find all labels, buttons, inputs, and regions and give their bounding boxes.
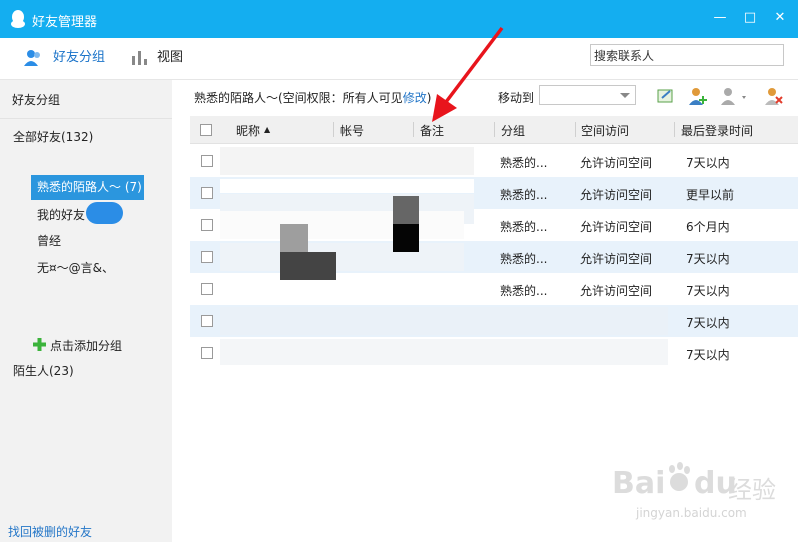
table-header: 昵称 ▲ 帐号 备注 分组 空间访问 最后登录时间 [190,116,798,144]
row-last-login: 7天以内 [686,316,730,330]
col-last-login[interactable]: 最后登录时间 [681,122,753,139]
row-checkbox[interactable] [201,315,213,327]
move-to-label: 移动到 [498,91,535,105]
redaction-blob [86,202,123,224]
search-input[interactable]: 搜索联系人 [590,44,784,66]
column-divider [674,122,675,137]
group-description: 熟悉的陌路人～(空间权限：所有人可见修改) [194,89,431,106]
recover-deleted-link[interactable]: 找回被删的好友 [8,523,92,540]
sidebar-header: 好友分组 [12,93,61,107]
friends-icon [24,50,40,66]
redacted-cell [220,339,668,365]
chevron-down-icon [620,93,630,98]
pixelated-block [280,252,336,280]
row-space: 允许访问空间 [580,188,653,202]
watermark-cn: 经验 [728,476,776,504]
sort-asc-icon: ▲ [264,125,271,134]
row-space: 允许访问空间 [580,156,653,170]
group-description-prefix: 熟悉的陌路人～(空间权限：所有人可见 [194,91,403,105]
maximize-button[interactable]: □ [742,10,758,26]
sidebar-group-other[interactable]: 无¤～@言&、 [37,259,114,276]
redacted-cell [220,307,668,335]
strangers-item[interactable]: 陌生人(23) [13,362,74,379]
move-to-select[interactable] [539,85,636,105]
delete-friend-icon[interactable] [764,86,784,106]
watermark-url: jingyan.baidu.com [636,506,747,520]
watermark-brand: Bai [612,466,666,501]
column-divider [575,122,576,137]
plus-icon [33,338,46,351]
sidebar-group-past[interactable]: 曾经 [37,232,61,249]
pixelated-block [393,224,419,252]
column-divider [333,122,334,137]
sidebar-group-my-friends[interactable]: 我的好友 [37,206,85,223]
row-space: 允许访问空间 [580,252,653,266]
row-checkbox[interactable] [201,187,213,199]
row-group: 熟悉的... [500,188,548,202]
redacted-cell [220,147,474,175]
pixelated-block [393,196,419,224]
row-group: 熟悉的... [500,252,548,266]
col-note[interactable]: 备注 [420,122,444,139]
sidebar-group-selected[interactable]: 熟悉的陌路人～ (7) [31,175,144,200]
bar-chart-icon [132,51,147,65]
row-last-login: 7天以内 [686,348,730,362]
sidebar-divider [0,118,172,119]
view-label: 视图 [157,50,184,65]
redacted-cell [220,179,474,193]
row-group: 熟悉的... [500,284,548,298]
row-last-login: 更早以前 [686,188,735,202]
row-checkbox[interactable] [201,347,213,359]
user-settings-icon[interactable] [720,86,750,106]
col-space[interactable]: 空间访问 [581,122,629,139]
all-friends-item[interactable]: 全部好友(132) [13,128,93,145]
close-button[interactable]: ✕ [772,10,788,26]
row-space: 允许访问空间 [580,220,653,234]
row-last-login: 6个月内 [686,220,730,234]
paw-icon [669,462,690,491]
row-checkbox[interactable] [201,283,213,295]
col-account[interactable]: 帐号 [340,122,364,139]
modify-link[interactable]: 修改 [403,91,427,105]
row-group: 熟悉的... [500,220,548,234]
row-checkbox[interactable] [201,219,213,231]
row-group: 熟悉的... [500,156,548,170]
edit-note-icon[interactable] [656,86,676,106]
add-group-label: 点击添加分组 [50,339,123,353]
pixelated-block [280,224,308,252]
window-title: 好友管理器 [32,15,98,30]
row-checkbox[interactable] [201,155,213,167]
row-last-login: 7天以内 [686,252,730,266]
toolbar: 好友分组 视图 搜索联系人 [0,38,798,80]
column-divider [494,122,495,137]
minimize-button[interactable]: — [712,10,728,26]
row-space: 允许访问空间 [580,284,653,298]
redacted-cell [220,243,464,271]
row-checkbox[interactable] [201,251,213,263]
title-bar: 好友管理器 — □ ✕ [0,0,798,38]
col-nickname[interactable]: 昵称 [236,122,260,139]
add-friend-icon[interactable] [688,86,708,106]
qq-penguin-icon [11,10,25,28]
row-last-login: 7天以内 [686,156,730,170]
redacted-cell [220,211,464,239]
row-last-login: 7天以内 [686,284,730,298]
sidebar: 好友分组 全部好友(132) 熟悉的陌路人～ (7) 我的好友 曾经 无¤～@言… [0,80,172,542]
column-divider [413,122,414,137]
friend-groups-label: 好友分组 [53,50,106,65]
group-description-suffix: ) [426,91,432,105]
select-all-checkbox[interactable] [200,124,212,136]
col-group[interactable]: 分组 [501,122,525,139]
